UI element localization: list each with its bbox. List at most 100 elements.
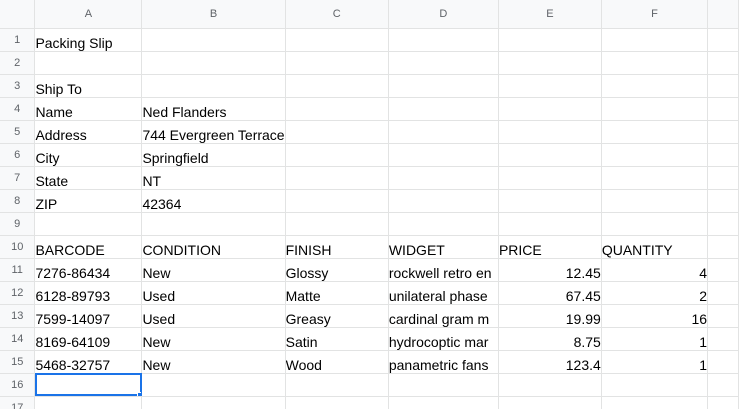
cell-overflow[interactable] [707, 120, 739, 144]
cell-d1[interactable] [388, 28, 499, 52]
cell-c3[interactable] [285, 74, 389, 98]
cell-b13[interactable]: Used [141, 304, 286, 328]
row-header[interactable]: 12 [0, 281, 36, 305]
row-header[interactable]: 7 [0, 166, 36, 190]
cell-a6[interactable]: City [34, 143, 143, 167]
cell-b14[interactable]: New [141, 327, 286, 351]
cell-d11[interactable]: rockwell retro en [388, 258, 499, 282]
cell-a11[interactable]: 7276-86434 [34, 258, 143, 282]
cell-e5[interactable] [498, 120, 602, 144]
cell-b9[interactable] [141, 212, 286, 236]
row-header[interactable]: 10 [0, 235, 36, 259]
cell-overflow[interactable] [707, 350, 739, 374]
cell-e15[interactable]: 123.4 [498, 350, 602, 374]
cell-e17[interactable] [498, 396, 602, 409]
cell-c2[interactable] [285, 51, 389, 75]
cell-overflow[interactable] [707, 212, 739, 236]
cell-a7[interactable]: State [34, 166, 143, 190]
cell-d16[interactable] [388, 373, 499, 397]
cell-a8[interactable]: ZIP [34, 189, 143, 213]
cell-overflow[interactable] [707, 235, 739, 259]
cell-overflow[interactable] [707, 189, 739, 213]
row-header[interactable]: 4 [0, 97, 36, 121]
cell-c8[interactable] [285, 189, 389, 213]
cell-a1[interactable]: Packing Slip [34, 28, 143, 52]
cell-b11[interactable]: New [141, 258, 286, 282]
cell-f10[interactable]: QUANTITY [601, 235, 709, 259]
cell-b17[interactable] [141, 396, 286, 409]
column-header-f[interactable]: F [601, 0, 709, 29]
cell-d3[interactable] [388, 74, 499, 98]
cell-a10[interactable]: BARCODE [34, 235, 143, 259]
cell-c13[interactable]: Greasy [285, 304, 389, 328]
cell-f11[interactable]: 4 [601, 258, 709, 282]
cell-c4[interactable] [285, 97, 389, 121]
cell-b7[interactable]: NT [141, 166, 286, 190]
cell-d17[interactable] [388, 396, 499, 409]
column-header-e[interactable]: E [498, 0, 602, 29]
cell-f13[interactable]: 16 [601, 304, 709, 328]
cell-d4[interactable] [388, 97, 499, 121]
column-header-overflow[interactable] [707, 0, 739, 29]
cell-c6[interactable] [285, 143, 389, 167]
cell-overflow[interactable] [707, 258, 739, 282]
cell-a5[interactable]: Address [34, 120, 143, 144]
cell-f9[interactable] [601, 212, 709, 236]
cell-e13[interactable]: 19.99 [498, 304, 602, 328]
cell-f2[interactable] [601, 51, 709, 75]
cell-d8[interactable] [388, 189, 499, 213]
row-header[interactable]: 2 [0, 51, 36, 75]
cell-f8[interactable] [601, 189, 709, 213]
cell-b2[interactable] [141, 51, 286, 75]
cell-overflow[interactable] [707, 143, 739, 167]
cell-overflow[interactable] [707, 74, 739, 98]
cell-overflow[interactable] [707, 304, 739, 328]
cell-a12[interactable]: 6128-89793 [34, 281, 143, 305]
cell-c9[interactable] [285, 212, 389, 236]
cell-a9[interactable] [34, 212, 143, 236]
cell-d15[interactable]: panametric fans [388, 350, 499, 374]
column-header-b[interactable]: B [141, 0, 286, 29]
cell-a4[interactable]: Name [34, 97, 143, 121]
cell-d9[interactable] [388, 212, 499, 236]
cell-e16[interactable] [498, 373, 602, 397]
cell-a16[interactable] [34, 373, 143, 397]
row-header[interactable]: 11 [0, 258, 36, 282]
cell-e8[interactable] [498, 189, 602, 213]
cell-b1[interactable] [141, 28, 286, 52]
cell-e12[interactable]: 67.45 [498, 281, 602, 305]
cell-d5[interactable] [388, 120, 499, 144]
row-header[interactable]: 5 [0, 120, 36, 144]
cell-b12[interactable]: Used [141, 281, 286, 305]
cell-f16[interactable] [601, 373, 709, 397]
cell-c1[interactable] [285, 28, 389, 52]
row-header[interactable]: 15 [0, 350, 36, 374]
cell-e1[interactable] [498, 28, 602, 52]
cell-e11[interactable]: 12.45 [498, 258, 602, 282]
cell-a2[interactable] [34, 51, 143, 75]
cell-f12[interactable]: 2 [601, 281, 709, 305]
cell-b5[interactable]: 744 Evergreen Terrace [141, 120, 286, 144]
cell-b10[interactable]: CONDITION [141, 235, 286, 259]
cell-overflow[interactable] [707, 166, 739, 190]
cell-b8[interactable]: 42364 [141, 189, 286, 213]
cell-e14[interactable]: 8.75 [498, 327, 602, 351]
cell-c15[interactable]: Wood [285, 350, 389, 374]
cell-b15[interactable]: New [141, 350, 286, 374]
cell-overflow[interactable] [707, 281, 739, 305]
cell-d6[interactable] [388, 143, 499, 167]
cell-f15[interactable]: 1 [601, 350, 709, 374]
cell-f4[interactable] [601, 97, 709, 121]
cell-e4[interactable] [498, 97, 602, 121]
cell-c5[interactable] [285, 120, 389, 144]
cell-c10[interactable]: FINISH [285, 235, 389, 259]
cell-d7[interactable] [388, 166, 499, 190]
cell-e6[interactable] [498, 143, 602, 167]
cell-overflow[interactable] [707, 51, 739, 75]
cell-overflow[interactable] [707, 373, 739, 397]
cell-c16[interactable] [285, 373, 389, 397]
cell-e10[interactable]: PRICE [498, 235, 602, 259]
cell-c11[interactable]: Glossy [285, 258, 389, 282]
fill-handle[interactable] [137, 391, 141, 395]
cell-c14[interactable]: Satin [285, 327, 389, 351]
